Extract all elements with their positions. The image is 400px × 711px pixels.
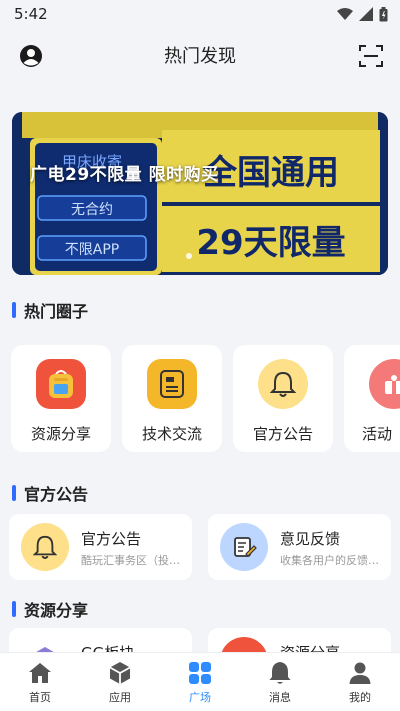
app-header: 热门发现 bbox=[0, 30, 400, 80]
section-marker bbox=[12, 302, 16, 318]
section-marker bbox=[12, 485, 16, 501]
tab-label: 首页 bbox=[29, 690, 51, 704]
promo-banner[interactable]: 甲床收寄 无合约 不限APP 全国通用 29天限量 广电29不限量 限时购买 bbox=[12, 112, 388, 275]
status-time: 5:42 bbox=[14, 5, 48, 23]
section-resources: 资源分享 bbox=[12, 597, 88, 621]
announcement-card-official[interactable]: 官方公告 酷玩汇事务区（投诉举报） bbox=[9, 514, 192, 580]
note-icon bbox=[147, 359, 197, 409]
tab-profile[interactable]: 我的 bbox=[330, 660, 390, 705]
tab-square[interactable]: 广场 bbox=[170, 660, 230, 705]
circle-card-announcement[interactable]: 官方公告 bbox=[233, 345, 333, 452]
section-title: 官方公告 bbox=[24, 485, 89, 504]
tab-home[interactable]: 首页 bbox=[10, 660, 70, 705]
circle-card-resources[interactable]: 资源分享 bbox=[11, 345, 111, 452]
battery-icon bbox=[379, 6, 388, 21]
circle-label: 官方公告 bbox=[252, 425, 313, 443]
tab-messages[interactable]: 消息 bbox=[250, 660, 310, 705]
card-title: 官方公告 bbox=[81, 530, 142, 548]
banner-image: 甲床收寄 无合约 不限APP 全国通用 29天限量 bbox=[12, 112, 388, 275]
section-hot-circles: 热门圈子 bbox=[12, 298, 88, 322]
circle-card-tech[interactable]: 技术交流 bbox=[122, 345, 222, 452]
scan-button[interactable] bbox=[358, 43, 384, 69]
gift-icon bbox=[369, 359, 400, 409]
grid-icon bbox=[187, 660, 213, 686]
card-subtitle: 酷玩汇事务区（投诉举报） bbox=[81, 554, 185, 567]
tab-label: 消息 bbox=[269, 690, 291, 704]
profile-button[interactable] bbox=[18, 43, 44, 69]
svg-text:全国通用: 全国通用 bbox=[202, 153, 339, 193]
circle-card-activity[interactable]: 活动 bbox=[344, 345, 400, 452]
bell-icon bbox=[21, 523, 69, 571]
tab-label: 广场 bbox=[189, 690, 211, 704]
banner-headline: 广电29不限量 限时购买 bbox=[30, 165, 219, 185]
tab-label: 我的 bbox=[349, 690, 371, 704]
card-title: 意见反馈 bbox=[280, 530, 341, 548]
signal-icon bbox=[359, 7, 373, 21]
tab-label: 应用 bbox=[109, 690, 131, 704]
user-avatar-icon bbox=[20, 45, 42, 67]
wifi-icon bbox=[337, 7, 353, 20]
bottom-tab-bar: 首页 应用 广场 消息 我的 bbox=[0, 652, 400, 711]
page-title: 热门发现 bbox=[164, 46, 236, 67]
bell-icon bbox=[258, 359, 308, 409]
circle-label: 活动 bbox=[362, 425, 393, 443]
svg-text:29天限量: 29天限量 bbox=[196, 223, 345, 263]
person-icon bbox=[347, 660, 373, 686]
svg-text:无合约: 无合约 bbox=[71, 202, 113, 218]
card-subtitle: 收集各用户的反馈意见 bbox=[280, 554, 384, 567]
feedback-icon bbox=[220, 523, 268, 571]
circle-label: 技术交流 bbox=[141, 425, 202, 443]
bell-icon bbox=[267, 660, 293, 686]
section-title: 资源分享 bbox=[24, 601, 89, 620]
status-icons bbox=[337, 6, 388, 22]
scan-icon bbox=[359, 45, 383, 67]
status-bar: 5:42 bbox=[0, 0, 400, 28]
section-announcements: 官方公告 bbox=[12, 481, 88, 505]
box-icon bbox=[107, 660, 133, 686]
tab-apps[interactable]: 应用 bbox=[90, 660, 150, 705]
circle-label: 资源分享 bbox=[30, 425, 91, 443]
announcement-card-feedback[interactable]: 意见反馈 收集各用户的反馈意见 bbox=[208, 514, 391, 580]
section-marker bbox=[12, 601, 16, 617]
banner-indicator-dot bbox=[186, 253, 192, 259]
section-title: 热门圈子 bbox=[24, 302, 89, 321]
home-icon bbox=[27, 660, 53, 686]
svg-text:不限APP: 不限APP bbox=[65, 242, 119, 258]
backpack-icon bbox=[36, 359, 86, 409]
